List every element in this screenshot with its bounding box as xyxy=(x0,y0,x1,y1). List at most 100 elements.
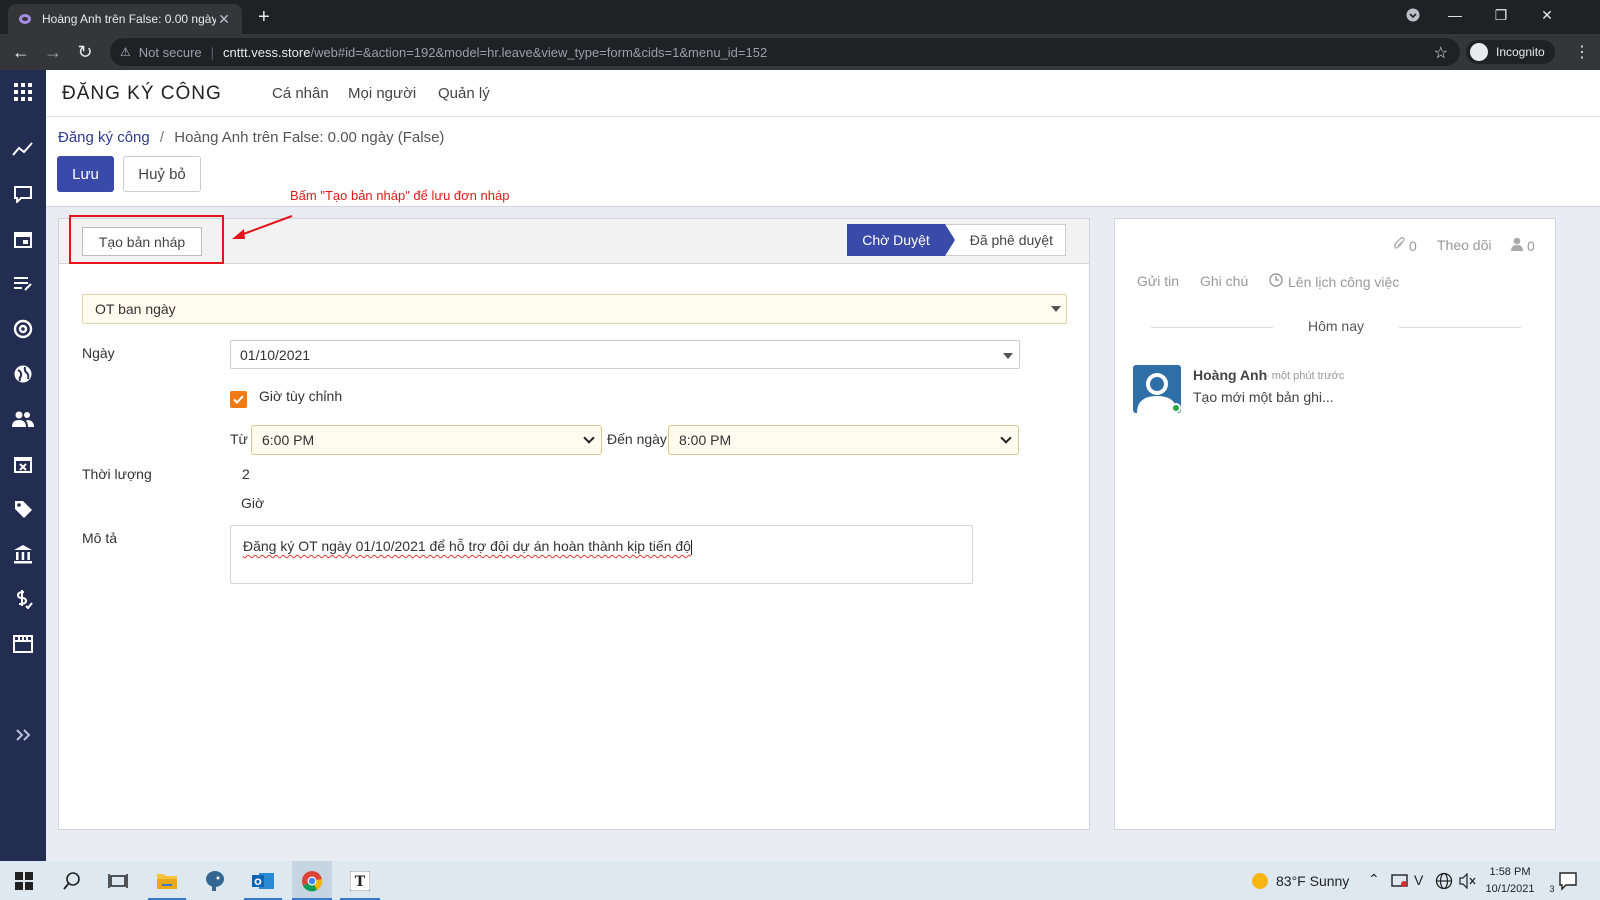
to-time-value: 8:00 PM xyxy=(679,432,732,448)
date-caret-icon xyxy=(1003,353,1013,359)
discard-button[interactable]: Huỷ bỏ xyxy=(123,156,201,192)
browser-menu-icon[interactable]: ⋮ xyxy=(1574,42,1590,62)
incognito-label: Incognito xyxy=(1496,45,1545,59)
time-off-calendar-icon[interactable] xyxy=(11,452,35,476)
followers-count: 0 xyxy=(1527,237,1535,254)
postgresql-icon[interactable] xyxy=(203,869,227,893)
paperclip-icon xyxy=(1393,237,1405,254)
text-editor-icon[interactable]: T xyxy=(348,869,372,893)
new-tab-icon[interactable]: + xyxy=(258,6,270,28)
date-label: Ngày xyxy=(82,345,115,361)
browser-tab[interactable]: Hoàng Anh trên False: 0.00 ngày ✕ xyxy=(8,4,242,34)
security-label: Not secure xyxy=(138,44,202,60)
calendar-icon[interactable] xyxy=(11,227,35,251)
from-label: Từ xyxy=(230,431,248,447)
weather-text[interactable]: 83°F Sunny xyxy=(1276,873,1349,889)
duration-unit: Giờ xyxy=(241,495,265,511)
expand-sidebar-icon[interactable] xyxy=(11,723,35,747)
menu-everyone[interactable]: Mọi người xyxy=(348,85,416,102)
to-time-select[interactable]: 8:00 PM xyxy=(668,425,1019,455)
website-globe-icon[interactable] xyxy=(11,362,35,386)
duration-value: 2 xyxy=(242,466,250,482)
app-sidebar xyxy=(0,70,46,861)
close-window-icon[interactable]: ✕ xyxy=(1524,0,1570,30)
discuss-icon[interactable] xyxy=(11,182,35,206)
from-time-select[interactable]: 6:00 PM xyxy=(251,425,602,455)
browser-tab-bar: Hoàng Anh trên False: 0.00 ngày ✕ + — ❐ … xyxy=(0,0,1600,34)
svg-text:O: O xyxy=(254,878,262,888)
file-explorer-icon[interactable] xyxy=(155,869,179,893)
incognito-badge[interactable]: Incognito xyxy=(1466,40,1555,64)
breadcrumb-parent[interactable]: Đăng ký công xyxy=(58,129,150,146)
notes-icon[interactable] xyxy=(11,272,35,296)
windows-taskbar: O T 83°F Sunny ⌃ V 1:58 PM 10/1/2021 3 xyxy=(0,861,1600,900)
tab-search-icon[interactable] xyxy=(1390,0,1436,30)
search-icon[interactable] xyxy=(60,869,84,893)
volume-muted-icon[interactable] xyxy=(1456,869,1480,893)
date-value: 01/10/2021 xyxy=(240,346,311,363)
apps-grid-icon[interactable] xyxy=(11,80,35,104)
back-icon[interactable]: ← xyxy=(9,40,33,64)
follow-button[interactable]: Theo dõi xyxy=(1437,237,1491,253)
menu-manage[interactable]: Quản lý xyxy=(438,85,490,102)
chevron-down-icon xyxy=(583,432,595,444)
annotation-arrow-icon xyxy=(232,215,293,239)
schedule-activity-label: Lên lịch công việc xyxy=(1288,273,1400,290)
browser-toolbar: ← → ↻ ⚠ Not secure | cnttt.vess.store /w… xyxy=(0,34,1600,70)
checkmark-icon xyxy=(233,395,244,404)
employees-icon[interactable] xyxy=(11,407,35,431)
caret-down-icon xyxy=(1051,306,1061,312)
leave-type-select[interactable]: OT ban ngày xyxy=(82,294,1067,324)
online-status-icon xyxy=(1171,403,1181,413)
menu-personal[interactable]: Cá nhân xyxy=(272,85,329,102)
description-value: Đăng ký OT ngày 01/10/2021 để hỗ trợ đội… xyxy=(243,538,691,554)
clock-date[interactable]: 10/1/2021 xyxy=(1480,883,1540,895)
reload-icon[interactable]: ↻ xyxy=(73,40,97,64)
save-button[interactable]: Lưu xyxy=(57,156,114,192)
clock-time[interactable]: 1:58 PM xyxy=(1480,866,1540,878)
followers-counter[interactable]: 0 xyxy=(1511,237,1535,254)
network-globe-icon[interactable] xyxy=(1432,869,1456,893)
tray-app-icon[interactable] xyxy=(1388,869,1412,893)
chrome-icon[interactable] xyxy=(300,869,324,893)
dashboard-chart-icon[interactable] xyxy=(11,137,35,161)
message-date: - một phút trước xyxy=(1265,370,1345,382)
task-view-icon[interactable] xyxy=(106,869,130,893)
bookmark-star-icon[interactable]: ☆ xyxy=(1434,43,1448,63)
outlook-icon[interactable]: O xyxy=(251,869,275,893)
tag-icon[interactable] xyxy=(11,497,35,521)
attachments-counter[interactable]: 0 xyxy=(1393,237,1417,254)
expenses-icon[interactable] xyxy=(11,587,35,611)
app-title[interactable]: ĐĂNG KÝ CÔNG xyxy=(62,83,222,105)
log-note-button[interactable]: Ghi chú xyxy=(1200,273,1248,289)
restore-icon[interactable]: ❐ xyxy=(1478,0,1524,30)
tab-title: Hoàng Anh trên False: 0.00 ngày xyxy=(42,12,216,26)
leave-type-value: OT ban ngày xyxy=(95,301,176,317)
store-icon[interactable] xyxy=(11,632,35,656)
date-input[interactable]: 01/10/2021 xyxy=(230,340,1020,369)
tray-chevron-icon[interactable]: ⌃ xyxy=(1368,871,1380,888)
stage-pending[interactable]: Chờ Duyệt xyxy=(847,224,945,256)
breadcrumb: Đăng ký công / Hoàng Anh trên False: 0.0… xyxy=(58,129,444,146)
warning-icon: ⚠ xyxy=(120,45,131,59)
clock-icon xyxy=(1269,273,1283,290)
tab-close-icon[interactable]: ✕ xyxy=(216,11,232,28)
forward-icon[interactable]: → xyxy=(41,40,65,64)
notifications-count: 3 xyxy=(1549,884,1555,894)
custom-hours-checkbox[interactable] xyxy=(230,391,247,408)
message-author[interactable]: Hoàng Anh xyxy=(1193,367,1267,383)
vpn-tray-icon[interactable]: V xyxy=(1414,872,1423,888)
top-navbar: ĐĂNG KÝ CÔNG Cá nhân Mọi người Quản lý xyxy=(46,70,1600,117)
weather-sun-icon xyxy=(1248,869,1272,893)
email-at-icon[interactable] xyxy=(11,317,35,341)
address-bar[interactable]: ⚠ Not secure | cnttt.vess.store /web#id=… xyxy=(110,38,1460,66)
minimize-icon[interactable]: — xyxy=(1432,0,1478,30)
duration-label: Thời lượng xyxy=(82,466,152,482)
bank-icon[interactable] xyxy=(11,542,35,566)
schedule-activity-button[interactable]: Lên lịch công việc xyxy=(1269,273,1399,290)
description-textarea[interactable]: Đăng ký OT ngày 01/10/2021 để hỗ trợ đội… xyxy=(230,525,973,584)
windows-start-icon[interactable] xyxy=(12,869,36,893)
send-message-button[interactable]: Gửi tin xyxy=(1137,273,1179,289)
stage-approved[interactable]: Đã phê duyệt xyxy=(944,224,1066,256)
odoo-favicon-icon xyxy=(18,11,34,27)
